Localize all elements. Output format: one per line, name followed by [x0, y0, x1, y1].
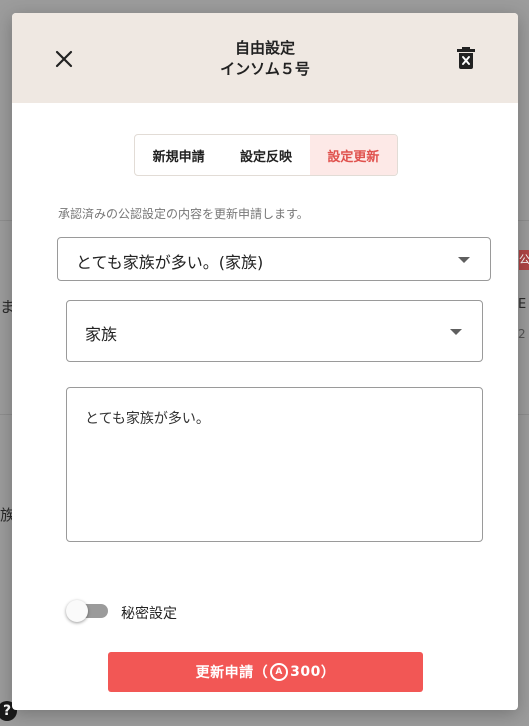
background-text: 2 — [518, 327, 526, 341]
background-text: E — [518, 297, 527, 312]
submit-label: 更新申請（ — [195, 665, 269, 681]
submit-cost: 300 — [290, 664, 321, 680]
toggle-knob — [66, 600, 88, 622]
chevron-down-icon — [458, 257, 470, 263]
coin-icon: A — [270, 663, 289, 681]
modal-subtitle: インソム５号 — [220, 60, 310, 78]
approved-setting-value: とても家族が多い。(家族) — [76, 253, 264, 272]
edit-setting-modal: 自由設定 インソム５号 新規申請 設定反映 設定更新 承認済みの公認設定の内容を… — [12, 13, 518, 710]
content-value: とても家族が多い。 — [85, 411, 210, 427]
tab-update-setting[interactable]: 設定更新 — [309, 135, 397, 175]
category-select[interactable]: 家族 — [66, 300, 483, 362]
approved-setting-select[interactable]: とても家族が多い。(家族) — [57, 237, 491, 281]
background-badge: 公 — [519, 250, 529, 270]
tab-apply-setting[interactable]: 設定反映 — [222, 135, 309, 175]
trash-icon — [457, 47, 475, 69]
secret-toggle-label: 秘密設定 — [121, 606, 177, 622]
delete-button[interactable] — [454, 45, 478, 71]
mode-tabs: 新規申請 設定反映 設定更新 — [134, 134, 398, 176]
submit-suffix: ） — [320, 665, 336, 681]
tab-new-application[interactable]: 新規申請 — [135, 135, 222, 175]
submit-update-button[interactable]: 更新申請（ A 300 ） — [108, 652, 423, 692]
description-text: 承認済みの公認設定の内容を更新申請します。 — [58, 207, 309, 221]
modal-title: 自由設定 — [234, 39, 295, 57]
secret-toggle[interactable] — [66, 600, 110, 624]
content-textarea[interactable]: とても家族が多い。 — [66, 387, 483, 542]
modal-title-block: 自由設定 インソム５号 — [12, 38, 518, 80]
category-value: 家族 — [85, 325, 118, 344]
chevron-down-icon — [450, 329, 462, 335]
modal-header: 自由設定 インソム５号 — [12, 13, 518, 103]
